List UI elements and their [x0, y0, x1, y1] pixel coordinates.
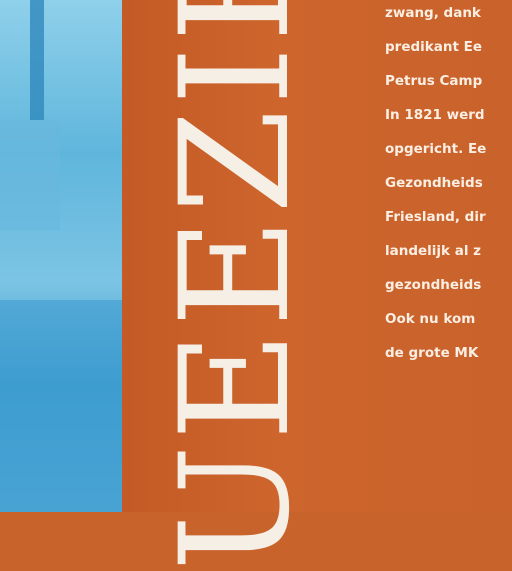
vertical-heading: UEEZIE [149, 0, 323, 571]
text-line: In 1821 werd [385, 107, 485, 123]
body-text: zwang, dank predikant Ee Petrus Camp In … [385, 0, 486, 370]
text-line: Petrus Camp [385, 73, 483, 89]
background-photo [0, 0, 122, 512]
text-line: predikant Ee [385, 39, 482, 55]
text-line: landelijk al z [385, 243, 482, 259]
photo-ground [0, 300, 122, 512]
text-line: zwang, dank [385, 5, 481, 21]
text-line: de grote MK [385, 345, 479, 361]
photo-post [30, 0, 44, 120]
text-line: Friesland, dir [385, 209, 486, 225]
text-line: Gezondheids [385, 175, 483, 191]
photo-structure [0, 120, 60, 230]
text-line: gezondheids [385, 277, 482, 293]
text-line: Ook nu kom [385, 311, 476, 327]
text-line: opgericht. Ee [385, 141, 487, 157]
